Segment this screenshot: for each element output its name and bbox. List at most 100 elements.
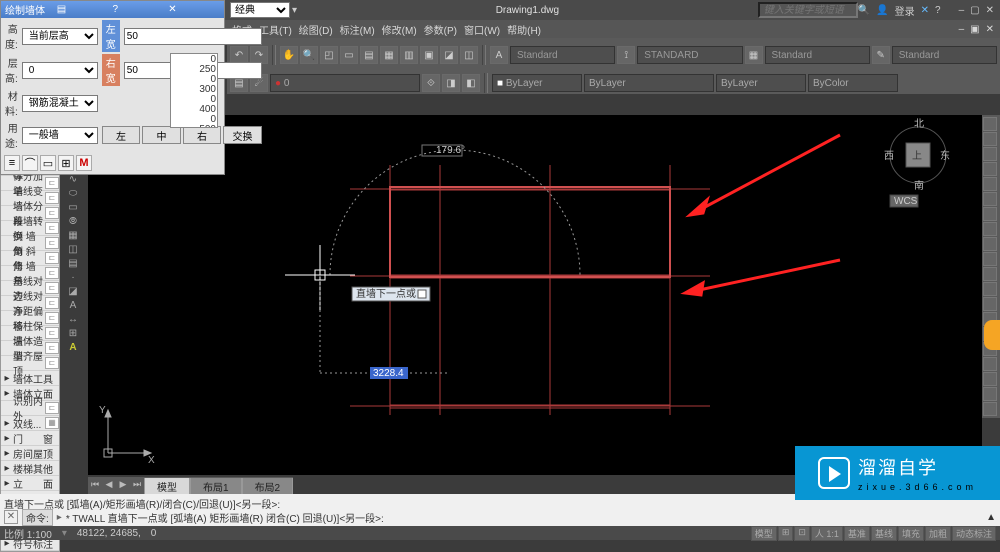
menu-param[interactable]: 参数(P) (422, 22, 459, 37)
maximize-icon[interactable]: ▢ (970, 5, 979, 16)
mode-anno[interactable]: 人 1:1 (811, 526, 843, 541)
calc-icon[interactable]: ▥ (400, 46, 418, 64)
status-scale[interactable]: 比例 1:100 (4, 526, 52, 541)
tab-next-icon[interactable]: ▶ (116, 479, 130, 493)
dim-style-icon[interactable]: ⟟ (617, 46, 635, 64)
rtool-6-icon[interactable] (983, 192, 997, 206)
btn-left[interactable]: 左 (102, 126, 141, 144)
mode-model[interactable]: 模型 (751, 526, 777, 541)
search-input[interactable] (758, 2, 858, 18)
menu-tools[interactable]: 工具(T) (257, 22, 294, 37)
wnd-close-icon[interactable]: ✕ (984, 24, 996, 35)
rtool-7-icon[interactable] (983, 207, 997, 221)
wall-pin-icon[interactable]: ▤ (57, 4, 109, 15)
point-tool-icon[interactable]: · (62, 271, 84, 284)
menu-modify[interactable]: 修改(M) (380, 22, 419, 37)
plotstyle-select[interactable]: ByColor (808, 74, 898, 92)
wall-mode-1-icon[interactable]: ≡ (4, 155, 20, 171)
tab-layout2[interactable]: 布局2 (242, 478, 294, 495)
width-list[interactable]: 0250 0300 0400 0500 (170, 53, 218, 128)
wnd-min-icon[interactable]: – (957, 24, 967, 35)
rtool-5-icon[interactable] (983, 177, 997, 191)
tab-model[interactable]: 模型 (144, 478, 190, 495)
mode-base[interactable]: 基准 (844, 526, 870, 541)
wall-help-icon[interactable]: ? (113, 4, 165, 15)
rtool-10-icon[interactable] (983, 252, 997, 266)
help-icon[interactable]: ? (935, 5, 941, 16)
layer-icon[interactable]: ◪ (440, 46, 458, 64)
menu-draw[interactable]: 绘图(D) (297, 22, 335, 37)
wall-mode-3-icon[interactable]: ▭ (40, 155, 56, 171)
rtool-20-icon[interactable] (983, 402, 997, 416)
tablestyle-select[interactable]: Standard (765, 46, 870, 64)
layer-state-icon[interactable]: ⟐ (422, 74, 440, 92)
text-tool-icon[interactable]: A (62, 299, 84, 312)
close-icon[interactable]: ✕ (986, 5, 994, 16)
zoom-icon[interactable]: 🔍 (300, 46, 318, 64)
mode-grid[interactable]: ⊞ (778, 526, 794, 541)
layer-uniso-icon[interactable]: ◧ (462, 74, 480, 92)
xref-tool-icon[interactable]: ⊞ (62, 327, 84, 340)
login-icon[interactable]: 👤 (876, 5, 888, 16)
rtool-13-icon[interactable] (983, 297, 997, 311)
dimstyle-select[interactable]: STANDARD (637, 46, 742, 64)
sel-material[interactable]: 钢筋混凝土 (22, 95, 98, 112)
mode-fill[interactable]: 填充 (898, 526, 924, 541)
zoom-win-icon[interactable]: ◰ (320, 46, 338, 64)
wall-mode-4-icon[interactable]: ⊞ (58, 155, 74, 171)
mleaderstyle-select[interactable]: Standard (892, 46, 997, 64)
block-icon[interactable]: ◫ (460, 46, 478, 64)
rtool-12-icon[interactable] (983, 282, 997, 296)
rtool-9-icon[interactable] (983, 237, 997, 251)
polyline-tool-icon[interactable]: ⦾ (62, 215, 84, 228)
btn-mid[interactable]: 中 (142, 126, 181, 144)
table-style-icon[interactable]: ▦ (745, 46, 763, 64)
mode-snap[interactable]: ⊡ (794, 526, 810, 541)
rtool-1-icon[interactable] (983, 117, 997, 131)
table-tool-icon[interactable]: ▤ (62, 257, 84, 270)
tab-layout1[interactable]: 布局1 (190, 478, 242, 495)
tab-last-icon[interactable]: ⏭ (130, 479, 144, 493)
cmd-up-icon[interactable]: ▲ (986, 512, 996, 523)
wall-close-icon[interactable]: ✕ (168, 4, 220, 15)
minimize-icon[interactable]: – (959, 5, 965, 16)
menu-window[interactable]: 窗口(W) (462, 22, 502, 37)
rtool-17-icon[interactable] (983, 357, 997, 371)
rect-tool-icon[interactable]: ▭ (62, 201, 84, 214)
text-style-icon[interactable]: A (490, 46, 508, 64)
wall-mode-2-icon[interactable]: ⌒ (22, 155, 38, 171)
mtext-tool-icon[interactable]: A (62, 341, 84, 354)
exchange-icon[interactable]: ✕ (921, 5, 929, 16)
rtool-4-icon[interactable] (983, 162, 997, 176)
color-select[interactable]: ■ ByLayer (492, 74, 582, 92)
mode-bold[interactable]: 加粗 (925, 526, 951, 541)
textstyle-select[interactable]: Standard (510, 46, 615, 64)
rtool-8-icon[interactable] (983, 222, 997, 236)
hatch-tool-icon[interactable]: ▦ (62, 229, 84, 242)
mode-dyn[interactable]: 动态标注 (952, 526, 996, 541)
menu-help[interactable]: 帮助(H) (505, 22, 543, 37)
in-leftw[interactable] (124, 28, 262, 45)
side-tab-button[interactable] (984, 320, 1000, 350)
btn-right[interactable]: 右 (183, 126, 222, 144)
mleader-icon[interactable]: ✎ (872, 46, 890, 64)
rtool-11-icon[interactable] (983, 267, 997, 281)
sel-usage[interactable]: 一般墙 (22, 127, 98, 144)
tab-prev-icon[interactable]: ◀ (102, 479, 116, 493)
sheet-icon[interactable]: ▦ (380, 46, 398, 64)
cmd-prompt[interactable]: * TWALL 直墙下一点或 [弧墙(A) 矩形画墙(R) 闭合(C) 回退(U… (66, 510, 982, 525)
login-label[interactable]: 登录 (895, 3, 915, 18)
layer-iso-icon[interactable]: ◨ (442, 74, 460, 92)
linetype-select[interactable]: ByLayer (584, 74, 714, 92)
clipboard-icon[interactable]: ▣ (420, 46, 438, 64)
lineweight-select[interactable]: ByLayer (716, 74, 806, 92)
rtool-2-icon[interactable] (983, 132, 997, 146)
tab-first-icon[interactable]: ⏮ (88, 479, 102, 493)
dim-tool-icon[interactable]: ↔ (62, 313, 84, 326)
search-icon[interactable]: 🔍 (858, 5, 870, 16)
btn-swap[interactable]: 交换 (223, 126, 262, 144)
ellipse-tool-icon[interactable]: ⬭ (62, 187, 84, 200)
sel-floor[interactable]: 0 (22, 62, 98, 79)
sel-height[interactable]: 当前层高 (22, 28, 98, 45)
theme-select[interactable]: 经典 (230, 2, 290, 18)
